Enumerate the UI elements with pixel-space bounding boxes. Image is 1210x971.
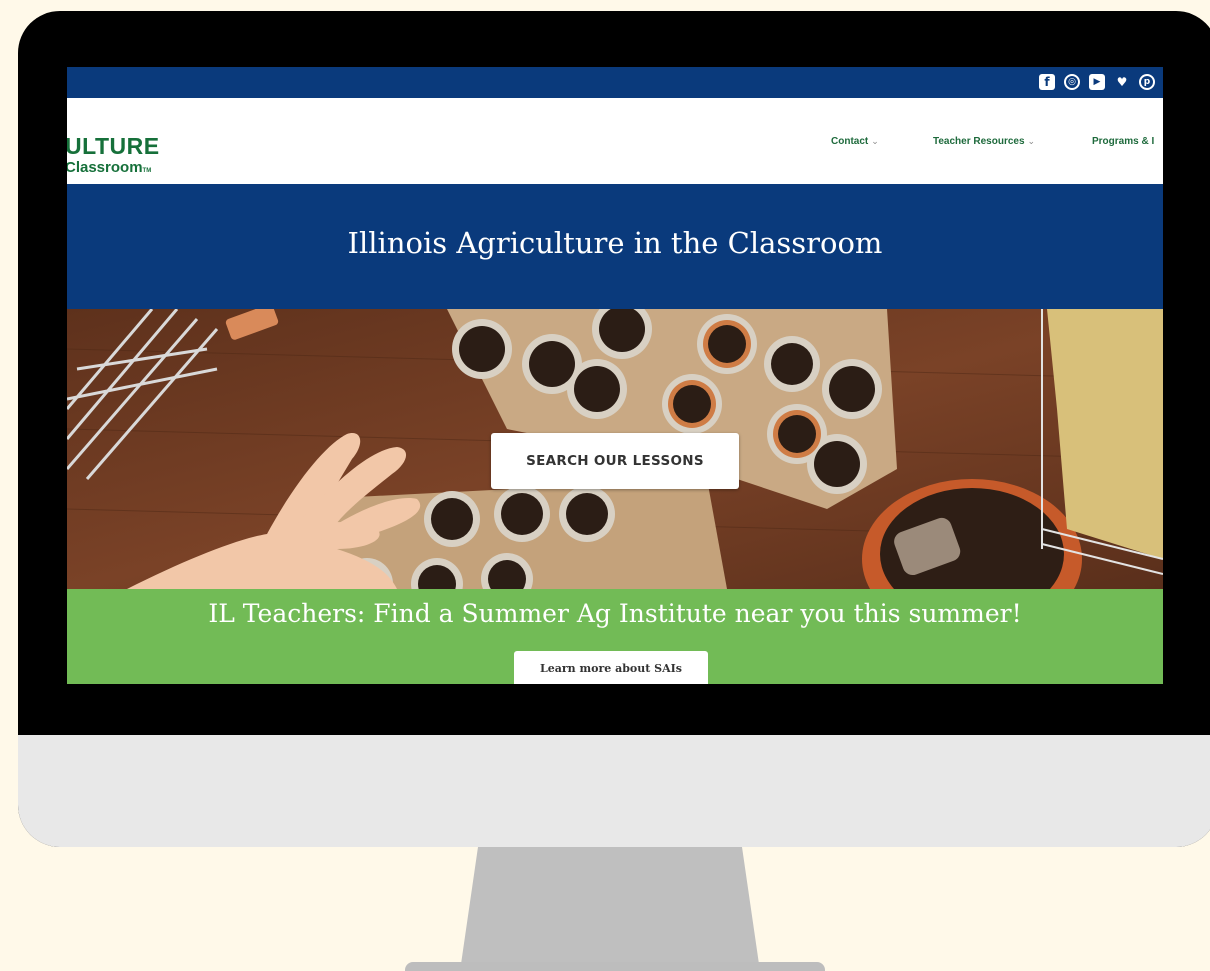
nav-item-label: Teacher Resources [933,136,1025,147]
summer-institute-banner: IL Teachers: Find a Summer Ag Institute … [67,589,1163,684]
site-logo[interactable]: ULTURE [67,133,160,160]
monitor-stand-base [405,962,825,971]
learn-more-sai-button[interactable]: Learn more about SAIs [514,651,708,684]
monitor-chin [18,735,1210,847]
hero-title-band: Illinois Agriculture in the Classroom [67,184,1163,309]
twitter-icon[interactable]: ♥ [1114,74,1130,90]
nav-item-label: Contact [831,136,869,147]
monitor-stand [460,847,760,971]
banner-headline: IL Teachers: Find a Summer Ag Institute … [208,599,1022,628]
nav-item-contact[interactable]: Contact ⌄ [831,136,879,147]
page-title: Illinois Agriculture in the Classroom [347,226,883,260]
nav-item-teacher-resources[interactable]: Teacher Resources ⌄ [933,136,1035,147]
logo-subtitle-text: Classroom [67,159,143,176]
youtube-icon[interactable]: ▶ [1089,74,1105,90]
hero-image: SEARCH OUR LESSONS [67,309,1163,589]
browser-screen: f ◎ ▶ ♥ p ULTURE ClassroomTM Contact ⌄ Te… [67,67,1163,684]
top-bar: f ◎ ▶ ♥ p [67,67,1163,98]
nav-item-label: Programs & I [1092,136,1155,147]
social-links: f ◎ ▶ ♥ p [1039,74,1155,90]
pinterest-icon[interactable]: p [1139,74,1155,90]
chevron-down-icon: ⌄ [871,136,879,146]
trademark-mark: TM [142,168,152,174]
site-logo-subtitle[interactable]: ClassroomTM [67,159,151,176]
instagram-icon[interactable]: ◎ [1064,74,1080,90]
search-lessons-button[interactable]: SEARCH OUR LESSONS [491,433,739,489]
nav-item-programs[interactable]: Programs & I [1092,136,1154,147]
facebook-icon[interactable]: f [1039,74,1055,90]
main-navigation: ULTURE ClassroomTM Contact ⌄ Teacher Reso… [67,98,1163,184]
chevron-down-icon: ⌄ [1027,136,1036,146]
